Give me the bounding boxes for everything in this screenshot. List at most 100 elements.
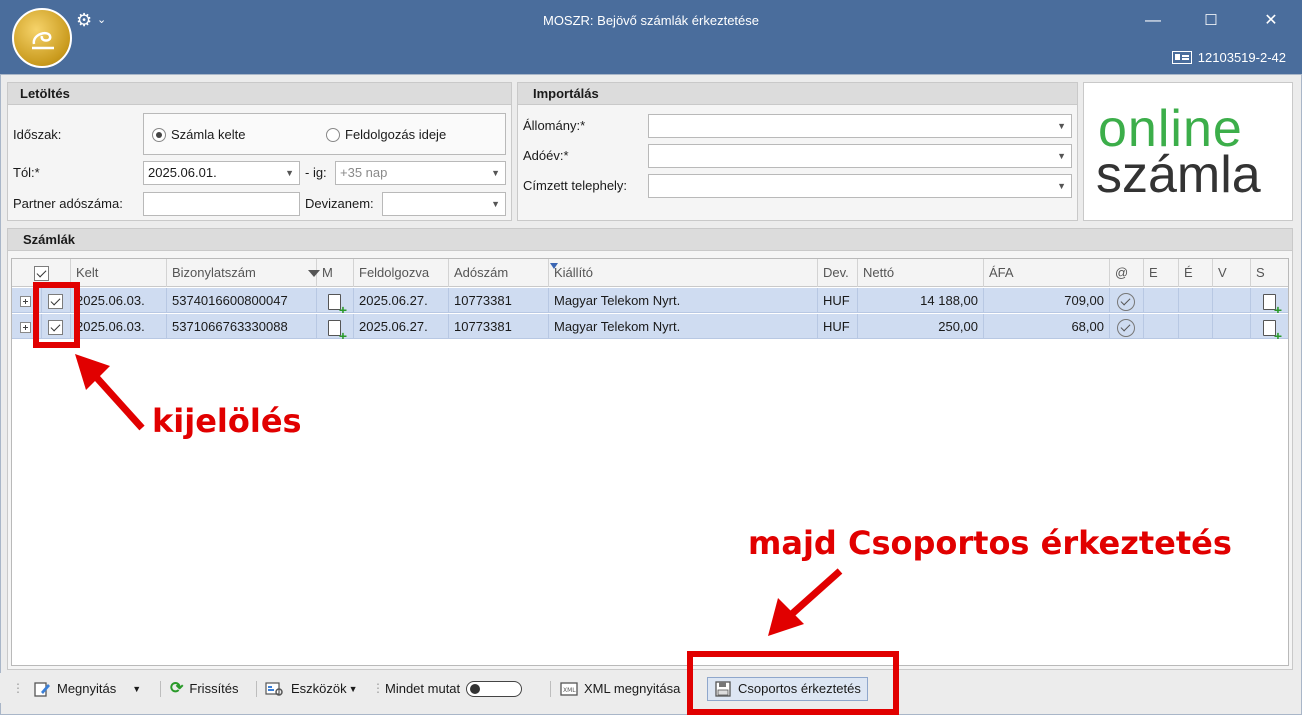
col-kiallito[interactable]: Kiállító: [549, 259, 818, 287]
file-label: Állomány:*: [523, 118, 586, 133]
chevron-down-icon[interactable]: ▼: [1057, 175, 1066, 197]
col-kelt[interactable]: Kelt: [71, 259, 167, 287]
show-all-switch[interactable]: [466, 681, 523, 697]
cell-afa: 709,00: [984, 288, 1110, 313]
annotation-select-text: kijelölés: [152, 402, 302, 440]
window-title: MOSZR: Bejövő számlák érkeztetése: [542, 13, 760, 28]
cell-s[interactable]: [1251, 314, 1290, 339]
edit-document-icon: [34, 682, 50, 697]
annotation-arrow-up-left-icon: [75, 354, 145, 431]
check-circle-icon: [1117, 318, 1135, 337]
toolbar-grip: ⋮: [12, 681, 24, 695]
open-button[interactable]: Megnyitás ▼: [33, 678, 141, 700]
svg-text:XML: XML: [563, 687, 576, 694]
separator: [256, 681, 257, 697]
chevron-down-icon[interactable]: ▼: [491, 162, 500, 184]
chevron-down-icon[interactable]: ▼: [1057, 145, 1066, 167]
radio-dot[interactable]: [326, 127, 340, 142]
online-szamla-logo: online számla: [1083, 82, 1293, 221]
cell-m[interactable]: [317, 288, 354, 313]
chevron-down-icon[interactable]: ▼: [1057, 115, 1066, 137]
partner-tax-input[interactable]: [143, 192, 300, 216]
chevron-down-icon[interactable]: ▼: [285, 162, 294, 184]
cell-e-accent: [1179, 314, 1213, 339]
cell-afa: 68,00: [984, 314, 1110, 339]
file-select[interactable]: ▼: [648, 114, 1072, 138]
col-email[interactable]: @: [1110, 259, 1144, 287]
cell-kiallito: Magyar Telekom Nyrt.: [549, 314, 818, 339]
col-e-accent[interactable]: É: [1179, 259, 1213, 287]
from-date-value: 2025.06.01.: [148, 165, 217, 180]
chevron-down-icon[interactable]: ▼: [491, 193, 500, 215]
grid-header: Kelt Bizonylatszám M Feldolgozva Adószám…: [12, 259, 1288, 287]
col-e[interactable]: E: [1144, 259, 1179, 287]
close-button[interactable]: ✕: [1256, 8, 1286, 34]
table-row[interactable]: 2025.06.03. 5371066763330088 2025.06.27.…: [12, 314, 1288, 339]
radio-processing-date-label: Feldolgozás ideje: [345, 127, 447, 142]
cell-feldolgozva: 2025.06.27.: [354, 314, 449, 339]
period-label: Időszak:: [13, 127, 62, 142]
from-label: Tól:*: [13, 165, 40, 180]
document-add-icon[interactable]: [1263, 319, 1282, 339]
radio-invoice-date[interactable]: Számla kelte: [152, 127, 245, 142]
brand-line-2: számla: [1096, 146, 1261, 204]
cell-m[interactable]: [317, 314, 354, 339]
col-dev[interactable]: Dev.: [818, 259, 858, 287]
xml-open-button[interactable]: XML XML megnyitása: [560, 678, 680, 700]
cell-e: [1144, 288, 1179, 313]
col-netto[interactable]: Nettó: [858, 259, 984, 287]
cell-s[interactable]: [1251, 288, 1290, 313]
currency-select[interactable]: ▼: [382, 192, 506, 216]
import-header: Importálás: [518, 83, 1077, 105]
col-m[interactable]: M: [317, 259, 354, 287]
cell-kelt: 2025.06.03.: [71, 288, 167, 313]
expand-icon[interactable]: [20, 296, 31, 308]
col-adoszam[interactable]: Adószám: [449, 259, 549, 287]
show-all-label: Mindet mutat: [385, 681, 461, 696]
download-header: Letöltés: [8, 83, 511, 105]
partner-tax-label: Partner adószáma:: [13, 196, 123, 211]
currency-label: Devizanem:: [305, 196, 374, 211]
cell-email: [1110, 314, 1144, 339]
xml-icon: XML: [560, 682, 578, 696]
maximize-button[interactable]: ☐: [1196, 8, 1226, 34]
col-feldolgozva[interactable]: Feldolgozva: [354, 259, 449, 287]
col-v[interactable]: V: [1213, 259, 1251, 287]
annotation-arrow-down-left-icon: [768, 568, 843, 636]
tools-label: Eszközök: [291, 681, 347, 696]
caret-down-icon[interactable]: ▼: [132, 678, 141, 700]
radio-processing-date[interactable]: Feldolgozás ideje: [326, 127, 446, 142]
col-bizonylatszam[interactable]: Bizonylatszám: [167, 259, 317, 287]
caret-down-icon[interactable]: ▼: [349, 678, 358, 700]
radio-dot-selected[interactable]: [152, 127, 166, 142]
tax-year-label: Adóév:*: [523, 148, 569, 163]
col-s[interactable]: S: [1251, 259, 1290, 287]
expand-icon[interactable]: [20, 322, 31, 334]
document-add-icon[interactable]: [328, 319, 347, 339]
col-afa[interactable]: ÁFA: [984, 259, 1110, 287]
radio-invoice-date-label: Számla kelte: [171, 127, 246, 142]
tools-button[interactable]: Eszközök ▼: [265, 678, 358, 700]
document-add-icon[interactable]: [1263, 293, 1282, 313]
table-row[interactable]: 2025.06.03. 5374016600800047 2025.06.27.…: [12, 288, 1288, 313]
to-label: - ig:: [305, 165, 327, 180]
to-date-field[interactable]: +35 nap ▼: [335, 161, 506, 185]
show-all-toggle[interactable]: Mindet mutat: [385, 678, 523, 700]
refresh-label: Frissítés: [189, 681, 239, 696]
invoices-header: Számlák: [8, 229, 1292, 251]
from-date-field[interactable]: 2025.06.01. ▼: [143, 161, 300, 185]
select-all-checkbox[interactable]: [33, 266, 49, 282]
document-add-icon[interactable]: [328, 293, 347, 313]
cell-v: [1213, 288, 1251, 313]
cell-dev: HUF: [818, 314, 858, 339]
cell-v: [1213, 314, 1251, 339]
tax-id-text: 12103519-2-42: [1197, 50, 1286, 65]
open-label: Megnyitás: [57, 681, 117, 696]
tax-year-select[interactable]: ▼: [648, 144, 1072, 168]
refresh-button[interactable]: ⟳ Frissítés: [170, 678, 239, 700]
tax-id-badge: 12103519-2-42: [1171, 50, 1286, 65]
separator: [550, 681, 551, 697]
cell-email: [1110, 288, 1144, 313]
site-select[interactable]: ▼: [648, 174, 1072, 198]
minimize-button[interactable]: —: [1138, 8, 1168, 34]
